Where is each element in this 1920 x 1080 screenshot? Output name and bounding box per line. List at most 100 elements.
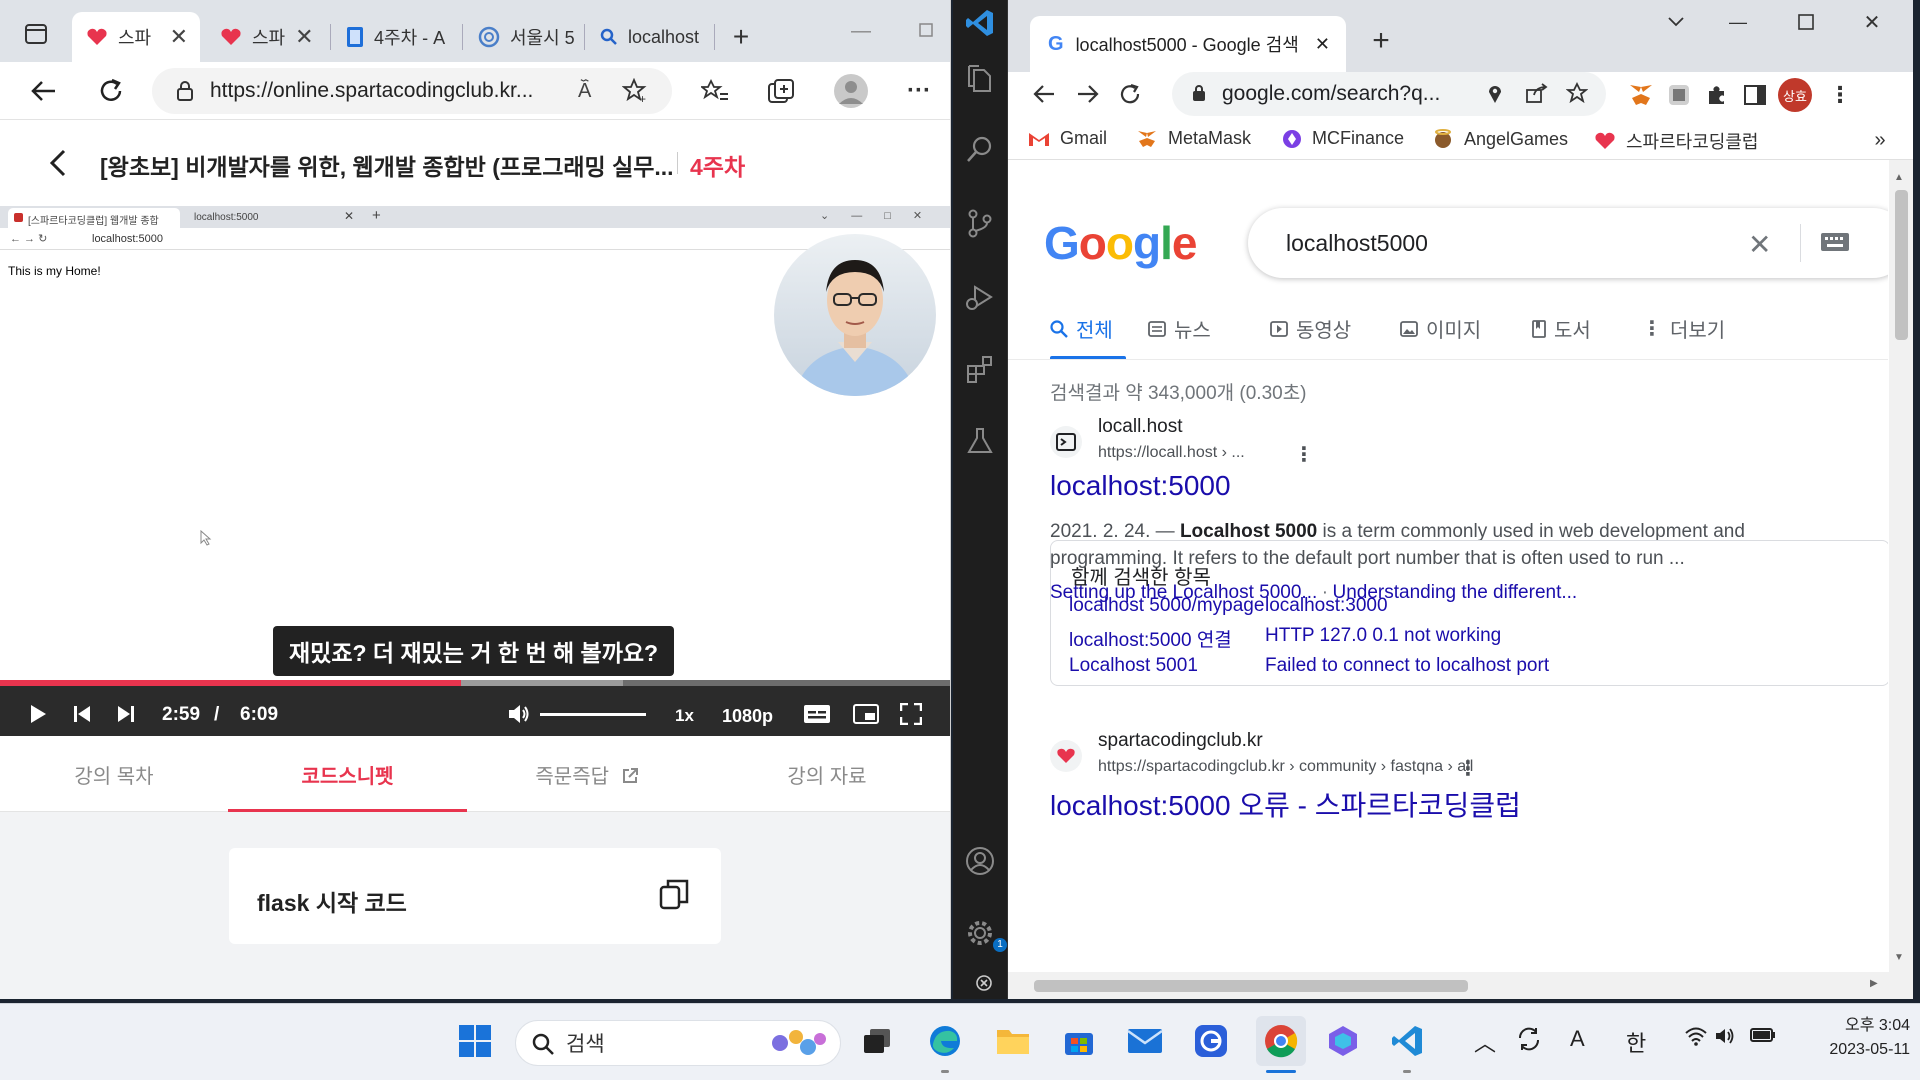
more-bookmarks-icon[interactable]: » xyxy=(1870,128,1890,152)
close-tab-icon[interactable]: ✕ xyxy=(295,24,324,50)
maximize-icon[interactable] xyxy=(916,20,936,40)
tab-books[interactable]: 도서 xyxy=(1532,314,1591,343)
edge-tab-5[interactable]: localhost xyxy=(586,12,710,62)
bookmark-metamask[interactable]: MetaMask xyxy=(1136,128,1251,149)
extensions-icon[interactable] xyxy=(961,350,999,388)
chrome-menu-icon[interactable]: ⋮ xyxy=(1828,80,1852,110)
minimize-icon[interactable]: — xyxy=(1726,10,1750,34)
new-tab-icon[interactable]: + xyxy=(726,21,756,52)
related-item[interactable]: HTTP 127.0 0.1 not working xyxy=(1265,625,1501,647)
back-icon[interactable] xyxy=(28,76,58,106)
profile-avatar[interactable] xyxy=(834,74,868,108)
result-site[interactable]: spartacodingclub.kr xyxy=(1098,730,1263,752)
result-options-icon[interactable]: ⋮ xyxy=(1294,442,1314,467)
close-tab-icon[interactable]: ✕ xyxy=(1315,34,1330,55)
fullscreen-icon[interactable] xyxy=(898,702,924,726)
related-item[interactable]: localhost:5000 연결 xyxy=(1069,625,1232,652)
refresh-icon[interactable] xyxy=(96,76,126,106)
captions-icon[interactable] xyxy=(802,702,832,726)
taskbar-search[interactable]: 검색 xyxy=(515,1020,841,1066)
collections-icon[interactable] xyxy=(766,76,796,106)
chrome-tab-google[interactable]: G localhost5000 - Google 검색 ✕ xyxy=(1030,16,1346,72)
tab-images[interactable]: 이미지 xyxy=(1400,314,1481,343)
task-view-icon[interactable] xyxy=(856,1020,898,1062)
tab-news[interactable]: 뉴스 xyxy=(1148,314,1211,343)
edge-taskbar-icon[interactable] xyxy=(924,1020,966,1062)
bookmark-angelgames[interactable]: AngelGames xyxy=(1432,128,1568,150)
next-icon[interactable] xyxy=(114,702,138,726)
add-favorite-icon[interactable]: + xyxy=(622,78,648,104)
ime-mode[interactable]: A xyxy=(1570,1026,1585,1052)
snippet-card[interactable]: flask 시작 코드 xyxy=(229,848,721,944)
read-aloud-icon[interactable]: A᷈ xyxy=(578,80,591,103)
result-title-link[interactable]: localhost:5000 xyxy=(1050,470,1231,502)
copilot-app-icon[interactable] xyxy=(1322,1020,1364,1062)
result-title-link[interactable]: localhost:5000 오류 - 스파르타코딩클럽 xyxy=(1050,784,1521,824)
tab-all[interactable]: 전체 xyxy=(1050,314,1113,343)
share-icon[interactable] xyxy=(1526,83,1548,103)
playback-speed[interactable]: 1x xyxy=(675,706,694,726)
reload-icon[interactable] xyxy=(1116,80,1144,108)
google-logo[interactable]: Google xyxy=(1044,216,1197,270)
edge-address-bar[interactable]: https://online.spartacodingclub.kr... A᷈… xyxy=(152,68,672,114)
bookmark-star-icon[interactable] xyxy=(1566,82,1588,104)
mail-icon[interactable] xyxy=(1124,1020,1166,1062)
chrome-taskbar-icon[interactable] xyxy=(1256,1016,1306,1066)
quality-selector[interactable]: 1080p xyxy=(722,706,773,727)
new-tab-icon[interactable]: + xyxy=(1366,24,1396,57)
search-icon[interactable] xyxy=(961,130,999,168)
run-debug-icon[interactable] xyxy=(961,278,999,316)
edge-tab-1[interactable]: 스파 ✕ xyxy=(72,12,200,62)
horizontal-scrollbar[interactable]: ▶ xyxy=(1008,972,1913,999)
volume-icon[interactable] xyxy=(1714,1026,1738,1046)
result-options-icon[interactable]: ⋮ xyxy=(1458,756,1478,781)
close-tab-icon[interactable]: ✕ xyxy=(170,24,200,50)
volume-slider[interactable] xyxy=(540,713,646,716)
tab-lecture-contents[interactable]: 강의 목차 xyxy=(0,760,228,789)
accounts-icon[interactable] xyxy=(961,842,999,880)
location-icon[interactable] xyxy=(1488,84,1502,104)
metamask-extension-icon[interactable] xyxy=(1626,80,1656,110)
source-control-icon[interactable] xyxy=(961,204,999,242)
battery-icon[interactable] xyxy=(1750,1026,1776,1044)
related-item[interactable]: Localhost 5001 xyxy=(1069,655,1198,677)
tab-lecture-materials[interactable]: 강의 자료 xyxy=(707,760,947,789)
ime-language[interactable]: 한 xyxy=(1626,1026,1646,1058)
copy-icon[interactable] xyxy=(659,878,689,910)
tray-overflow-icon[interactable]: ︿ xyxy=(1474,1026,1496,1058)
clear-search-icon[interactable]: ✕ xyxy=(1748,228,1771,261)
scroll-down-icon[interactable]: ▼ xyxy=(1894,952,1904,963)
pip-icon[interactable] xyxy=(852,702,880,726)
scroll-thumb[interactable] xyxy=(1895,190,1908,340)
scroll-up-icon[interactable]: ▲ xyxy=(1894,172,1904,183)
wallet-extension-icon[interactable] xyxy=(1664,80,1694,110)
minimize-icon[interactable]: — xyxy=(848,18,874,44)
tab-more[interactable]: ⋮ 더보기 xyxy=(1642,314,1725,343)
close-window-icon[interactable]: ✕ xyxy=(1860,10,1884,34)
maximize-icon[interactable] xyxy=(1794,10,1818,34)
file-explorer-icon[interactable] xyxy=(992,1020,1034,1062)
keyboard-icon[interactable] xyxy=(1820,232,1850,252)
sync-icon[interactable] xyxy=(1516,1026,1542,1052)
wifi-icon[interactable] xyxy=(1684,1026,1708,1046)
result-site[interactable]: locall.host xyxy=(1098,416,1183,438)
start-windows-icon[interactable] xyxy=(454,1020,496,1062)
chrome-omnibox[interactable]: google.com/search?q... xyxy=(1172,72,1606,116)
tab-qna[interactable]: 즉문즉답 xyxy=(467,760,707,789)
vscode-taskbar-icon[interactable] xyxy=(1386,1020,1428,1062)
related-item[interactable]: Failed to connect to localhost port xyxy=(1265,655,1549,677)
tab-videos[interactable]: 동영상 xyxy=(1270,314,1351,343)
favorites-icon[interactable] xyxy=(700,76,730,106)
bookmark-mcfinance[interactable]: MCFinance xyxy=(1282,128,1404,149)
bookmark-spartacoding[interactable]: 스파르타코딩클럽 xyxy=(1594,128,1758,154)
tab-code-snippet[interactable]: 코드스니펫 xyxy=(228,760,467,789)
bookmark-gmail[interactable]: Gmail xyxy=(1028,128,1107,149)
system-clock[interactable]: 오후 3:04 2023-05-11 xyxy=(1800,1014,1910,1062)
volume-icon[interactable] xyxy=(506,702,532,726)
vertical-scrollbar[interactable]: ▲ ▼ xyxy=(1889,160,1913,972)
profile-avatar[interactable]: 상효 xyxy=(1778,78,1812,112)
side-panel-icon[interactable] xyxy=(1740,80,1770,110)
explorer-icon[interactable] xyxy=(961,60,999,98)
related-item[interactable]: localhost 5000/mypage xyxy=(1069,595,1264,617)
previous-icon[interactable] xyxy=(70,702,94,726)
